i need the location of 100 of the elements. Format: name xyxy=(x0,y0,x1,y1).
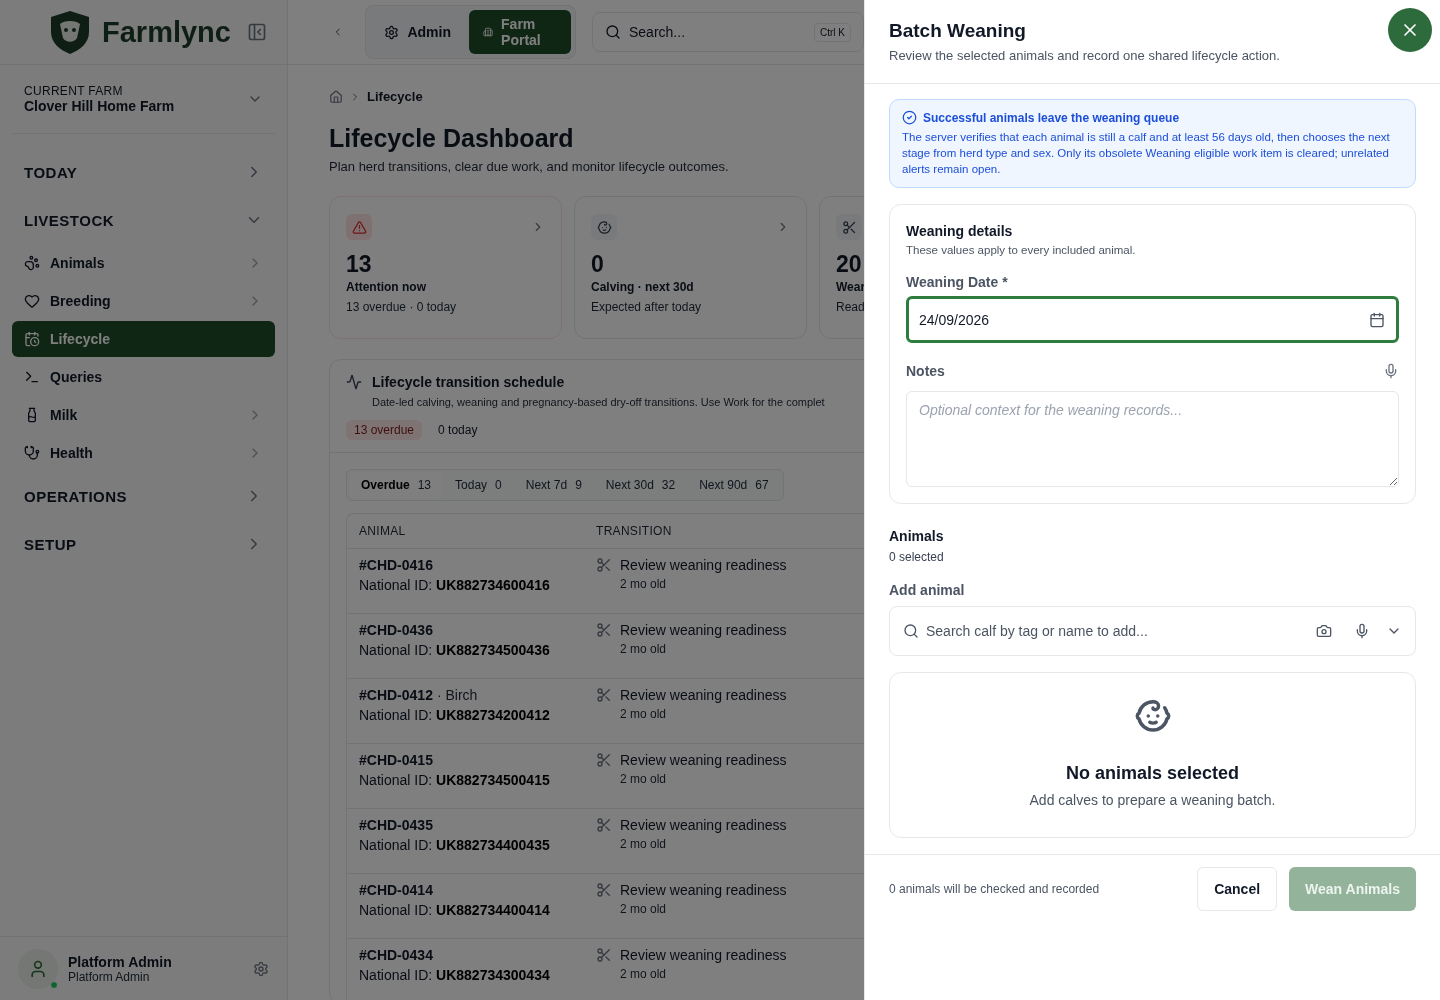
camera-icon[interactable] xyxy=(1316,623,1332,639)
filter-tab[interactable]: Next 30d 32 xyxy=(593,472,688,498)
drawer-subtitle: Review the selected animals and record one shared lifecycle action. xyxy=(889,48,1281,63)
transition-text: Review weaning readiness xyxy=(620,622,787,638)
search-icon xyxy=(903,623,919,639)
national-id: National ID: UK882734500415 xyxy=(359,772,551,788)
shortcut-hint: Ctrl K xyxy=(814,22,851,42)
stat-label: Attention now xyxy=(346,280,427,294)
scissors-icon xyxy=(596,817,612,833)
nav-item[interactable]: Animals xyxy=(12,245,275,281)
stat-value: 0 xyxy=(591,251,605,278)
page-title: Lifecycle Dashboard xyxy=(329,124,575,153)
transition-text: Review weaning readiness xyxy=(620,947,787,963)
animal-tag: #CHD-0416 xyxy=(359,557,433,573)
check-circle-icon xyxy=(902,110,917,125)
animal-tag: #CHD-0412 xyxy=(359,687,433,703)
filter-tab[interactable]: Today 0 xyxy=(443,472,514,498)
national-id: National ID: UK882734600416 xyxy=(359,577,551,593)
panel-description: Date-led calving, weaning and pregnancy-based dry-off transitions. Use Work for the complet xyxy=(371,396,826,408)
animal-search-field[interactable]: Search calf by tag or name to add... xyxy=(889,606,1416,656)
count-label: 0 today xyxy=(437,422,479,439)
breadcrumb-item: Lifecycle xyxy=(367,89,423,104)
animal-age: 2 mo old xyxy=(619,902,668,916)
animal-age: 2 mo old xyxy=(619,577,668,591)
transition-text: Review weaning readiness xyxy=(620,817,787,833)
collapse-sidebar-icon[interactable] xyxy=(247,22,267,42)
animal-tag: #CHD-0436 xyxy=(359,622,433,638)
empty-text: Add calves to prepare a weaning batch. xyxy=(1029,792,1276,808)
nav-item[interactable]: Breeding xyxy=(12,283,275,319)
column-header: TRANSITION xyxy=(596,524,673,538)
cancel-button[interactable]: Cancel xyxy=(1197,867,1278,911)
animal-tag: #CHD-0414 xyxy=(359,882,433,898)
callout-text: The server verifies that each animal is still a calf and at least 56 days old, then chooses the next stage from herd type and sex. Only its obsolete Weaning eligible work item is cleared; unrelated alerts remain open. xyxy=(902,130,1391,177)
warning-icon xyxy=(346,214,372,240)
stat-label: Wear xyxy=(836,280,862,294)
nav-section[interactable]: LIVESTOCK xyxy=(12,196,275,244)
section-title: Animals xyxy=(889,528,945,544)
baby-face-icon xyxy=(591,214,617,240)
scissors-icon xyxy=(596,557,612,573)
drawer-title: Batch Weaning xyxy=(889,20,1026,42)
count-label: 13 overdue xyxy=(346,420,423,440)
nav-item[interactable]: Health xyxy=(12,435,275,471)
stat-card[interactable]: 0 Calving · next 30d Expected after today xyxy=(574,196,807,339)
brand-name: Farmlync xyxy=(102,15,232,49)
settings-icon[interactable] xyxy=(253,960,269,977)
section-hint: These values apply to every included animal. xyxy=(906,244,1137,256)
national-id: National ID: UK882734300434 xyxy=(359,967,551,983)
close-button[interactable] xyxy=(1388,8,1432,52)
footer-summary: 0 animals will be checked and recorded xyxy=(889,882,1101,896)
scissors-icon xyxy=(596,752,612,768)
field-label: Add animal xyxy=(889,582,966,598)
field-label: Notes xyxy=(906,363,945,379)
national-id: National ID: UK882734500436 xyxy=(359,642,551,658)
transition-text: Review weaning readiness xyxy=(620,557,787,573)
field-label: Weaning Date * xyxy=(906,274,1008,290)
nav-section[interactable]: SETUP xyxy=(12,520,275,568)
scissors-icon xyxy=(596,882,612,898)
home-icon[interactable] xyxy=(329,89,343,104)
portal-tab[interactable]: Admin xyxy=(370,10,465,54)
panel-title: Lifecycle transition schedule xyxy=(372,374,565,390)
page-subtitle: Plan herd transitions, clear due work, and monitor lifecycle outcomes. xyxy=(329,159,730,174)
animal-tag: #CHD-0415 xyxy=(359,752,433,768)
search-field[interactable]: Search... Ctrl K xyxy=(592,12,864,52)
gear-icon xyxy=(384,24,400,40)
microphone-icon[interactable] xyxy=(1383,363,1399,379)
terminal-icon xyxy=(24,369,40,385)
animal-age: 2 mo old xyxy=(619,772,668,786)
animal-name: · Birch xyxy=(436,687,478,703)
building-icon xyxy=(483,25,494,39)
calendar-clock-icon xyxy=(24,331,40,347)
stat-caption: Expected after today xyxy=(591,300,703,314)
nav-item[interactable]: Lifecycle xyxy=(12,321,275,357)
notes-field[interactable]: Optional context for the weaning records... xyxy=(906,391,1399,487)
farm-selector[interactable]: CURRENT FARM Clover Hill Home Farm xyxy=(12,65,275,134)
section-title: Weaning details xyxy=(906,223,1014,239)
transition-text: Review weaning readiness xyxy=(620,752,787,768)
nav-section[interactable]: OPERATIONS xyxy=(12,472,275,520)
filter-tab[interactable]: Next 7d 9 xyxy=(513,472,594,498)
stat-caption: 13 overdue · 0 today xyxy=(346,300,458,314)
user-name: Platform Admin xyxy=(68,953,173,970)
user-role: Platform Admin xyxy=(68,969,151,984)
animal-tag: #CHD-0435 xyxy=(359,817,433,833)
filter-tab[interactable]: Next 90d 67 xyxy=(687,472,781,498)
calendar-icon[interactable] xyxy=(1369,311,1385,328)
microphone-icon[interactable] xyxy=(1354,623,1370,639)
pulse-icon xyxy=(346,374,362,390)
animal-age: 2 mo old xyxy=(619,707,668,721)
portal-tab[interactable]: Farm Portal xyxy=(469,10,571,54)
animal-age: 2 mo old xyxy=(619,642,668,656)
national-id: National ID: UK882734200412 xyxy=(359,707,551,723)
date-field[interactable]: 24/09/2026 xyxy=(906,296,1399,343)
nav-item[interactable]: Milk xyxy=(12,397,275,433)
stat-card[interactable]: 13 Attention now 13 overdue · 0 today xyxy=(329,196,562,339)
nav-section[interactable]: TODAY xyxy=(12,148,275,196)
nav-item[interactable]: Queries xyxy=(12,359,275,395)
scissors-icon xyxy=(596,947,612,963)
empty-title: No animals selected xyxy=(1065,763,1240,784)
scissors-icon xyxy=(596,622,612,638)
national-id: National ID: UK882734400435 xyxy=(359,837,551,853)
transition-text: Review weaning readiness xyxy=(620,687,787,703)
